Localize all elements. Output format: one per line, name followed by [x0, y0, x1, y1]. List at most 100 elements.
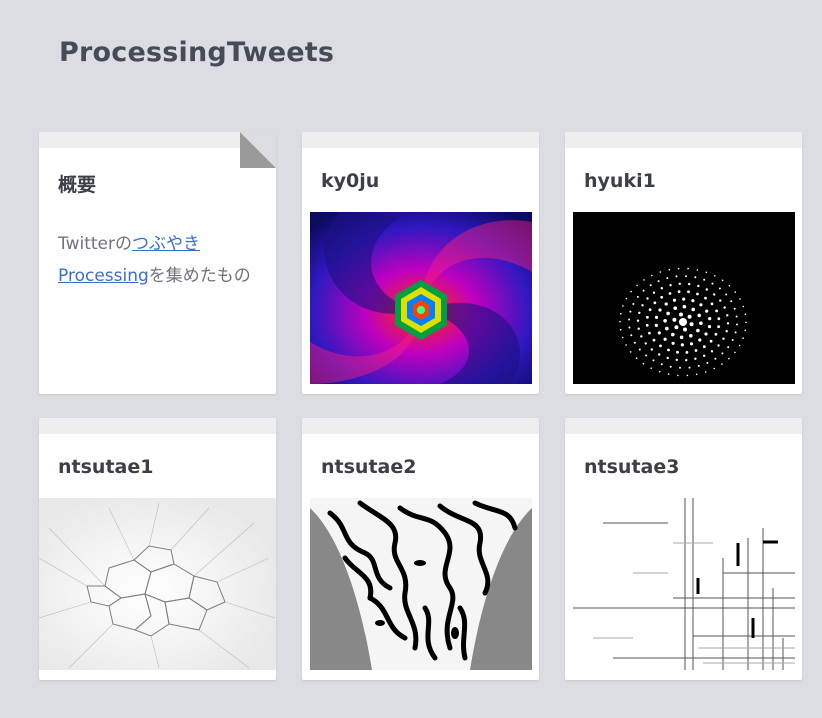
decor-dot — [625, 297, 628, 300]
decor-dot — [744, 313, 747, 316]
decor-dot — [744, 329, 746, 332]
decor-dot — [671, 341, 675, 345]
decor-dot — [713, 293, 716, 296]
decor-dot — [666, 277, 669, 280]
sketch-card-ntsutae2[interactable]: ntsutae2 — [302, 418, 539, 680]
decor-dot — [697, 313, 701, 318]
decor-dot — [657, 280, 660, 283]
tsubuyaki-link[interactable]: つぶやき — [132, 234, 200, 254]
decor-dot — [698, 338, 702, 342]
decor-dot — [707, 325, 712, 329]
decor-dot — [663, 337, 667, 341]
decor-dot — [717, 317, 721, 321]
page-fold-icon — [240, 132, 276, 168]
decor-dot — [710, 350, 714, 353]
decor-dot — [654, 323, 658, 327]
decor-dot — [658, 308, 662, 312]
decor-dot — [654, 315, 659, 319]
decor-dot — [672, 298, 677, 302]
decor-dot — [721, 279, 724, 282]
decor-dot — [699, 303, 703, 307]
decor-dot — [708, 317, 712, 321]
decor-dot — [636, 295, 639, 298]
thumbnail-ntsutae1[interactable] — [39, 498, 276, 670]
decor-dot — [727, 346, 730, 349]
card-title: hyuki1 — [584, 170, 656, 192]
decor-dot — [738, 344, 741, 347]
decor-dot — [704, 371, 707, 373]
decor-dot — [660, 295, 664, 299]
decor-dot — [629, 351, 632, 353]
decor-dot — [619, 320, 621, 323]
decor-dot — [652, 338, 656, 342]
thumbnail-ntsutae3[interactable] — [573, 498, 795, 670]
decor-dot — [679, 318, 687, 326]
decor-dot — [644, 342, 647, 345]
decor-dot — [625, 344, 627, 346]
decor-dot — [630, 334, 633, 337]
decor-dot — [725, 293, 728, 296]
decor-dot — [635, 357, 638, 359]
decor-dot — [630, 290, 632, 293]
decor-dot — [645, 323, 649, 327]
thumbnail-ky0ju[interactable] — [310, 212, 532, 384]
decor-dot — [696, 292, 699, 296]
decor-dot — [628, 318, 631, 321]
decor-dot — [710, 302, 714, 306]
card-title: ntsutae1 — [58, 456, 154, 478]
decor-dot — [717, 325, 720, 329]
decor-dot — [632, 303, 635, 305]
card-header-strip — [302, 132, 539, 148]
decor-dot — [664, 302, 668, 306]
card-title: ntsutae2 — [321, 456, 417, 478]
decor-dot — [686, 374, 689, 377]
decor-dot — [652, 291, 656, 294]
card-header-strip — [39, 418, 276, 434]
thumbnail-hyuki1[interactable] — [573, 212, 795, 384]
decor-dot — [734, 351, 736, 354]
decor-dot — [622, 305, 624, 307]
card-header-strip — [565, 418, 802, 434]
sketch-card-hyuki1[interactable]: hyuki1 — [565, 132, 802, 394]
decor-dot — [648, 331, 651, 335]
decor-dot — [697, 364, 700, 367]
decor-dot — [726, 314, 729, 317]
card-header-strip — [565, 132, 802, 148]
decor-dot — [663, 319, 667, 323]
decor-dot — [621, 336, 624, 339]
decor-dot — [714, 275, 716, 277]
decor-dot — [734, 291, 737, 293]
black-white-waves-art — [310, 498, 532, 670]
decor-dot — [667, 373, 670, 375]
decor-dot — [704, 296, 707, 300]
processing-link[interactable]: Processing — [58, 266, 149, 286]
decor-dot — [688, 366, 691, 369]
decor-dot — [668, 268, 671, 271]
decor-dot — [638, 311, 641, 314]
decor-dot — [730, 300, 733, 303]
decor-dot — [619, 328, 622, 331]
decor-dot — [706, 361, 709, 364]
decor-dot — [646, 315, 649, 319]
decor-dot — [669, 365, 672, 368]
overview-description: Twitterのつぶやき Processingを集めたもの — [58, 228, 258, 292]
decor-dot — [672, 317, 677, 322]
decor-dot — [694, 357, 697, 360]
thumbnail-ntsutae2[interactable] — [310, 498, 532, 670]
sketch-card-ky0ju[interactable]: ky0ju — [302, 132, 539, 394]
decor-dot — [714, 357, 717, 360]
decor-dot — [677, 374, 679, 377]
sketch-card-ntsutae3[interactable]: ntsutae3 — [565, 418, 802, 680]
decor-dot — [641, 304, 644, 307]
decor-dot — [637, 327, 640, 330]
decor-dot — [668, 292, 672, 295]
decor-dot — [687, 290, 690, 294]
decor-dot — [726, 322, 730, 325]
sketch-card-ntsutae1[interactable]: ntsutae1 — [39, 418, 276, 680]
decor-dot — [694, 349, 698, 352]
decor-dot — [666, 356, 669, 360]
decor-dot — [719, 299, 722, 302]
decor-dot — [679, 335, 684, 340]
decor-dot — [669, 284, 672, 287]
decor-dot — [675, 358, 678, 362]
